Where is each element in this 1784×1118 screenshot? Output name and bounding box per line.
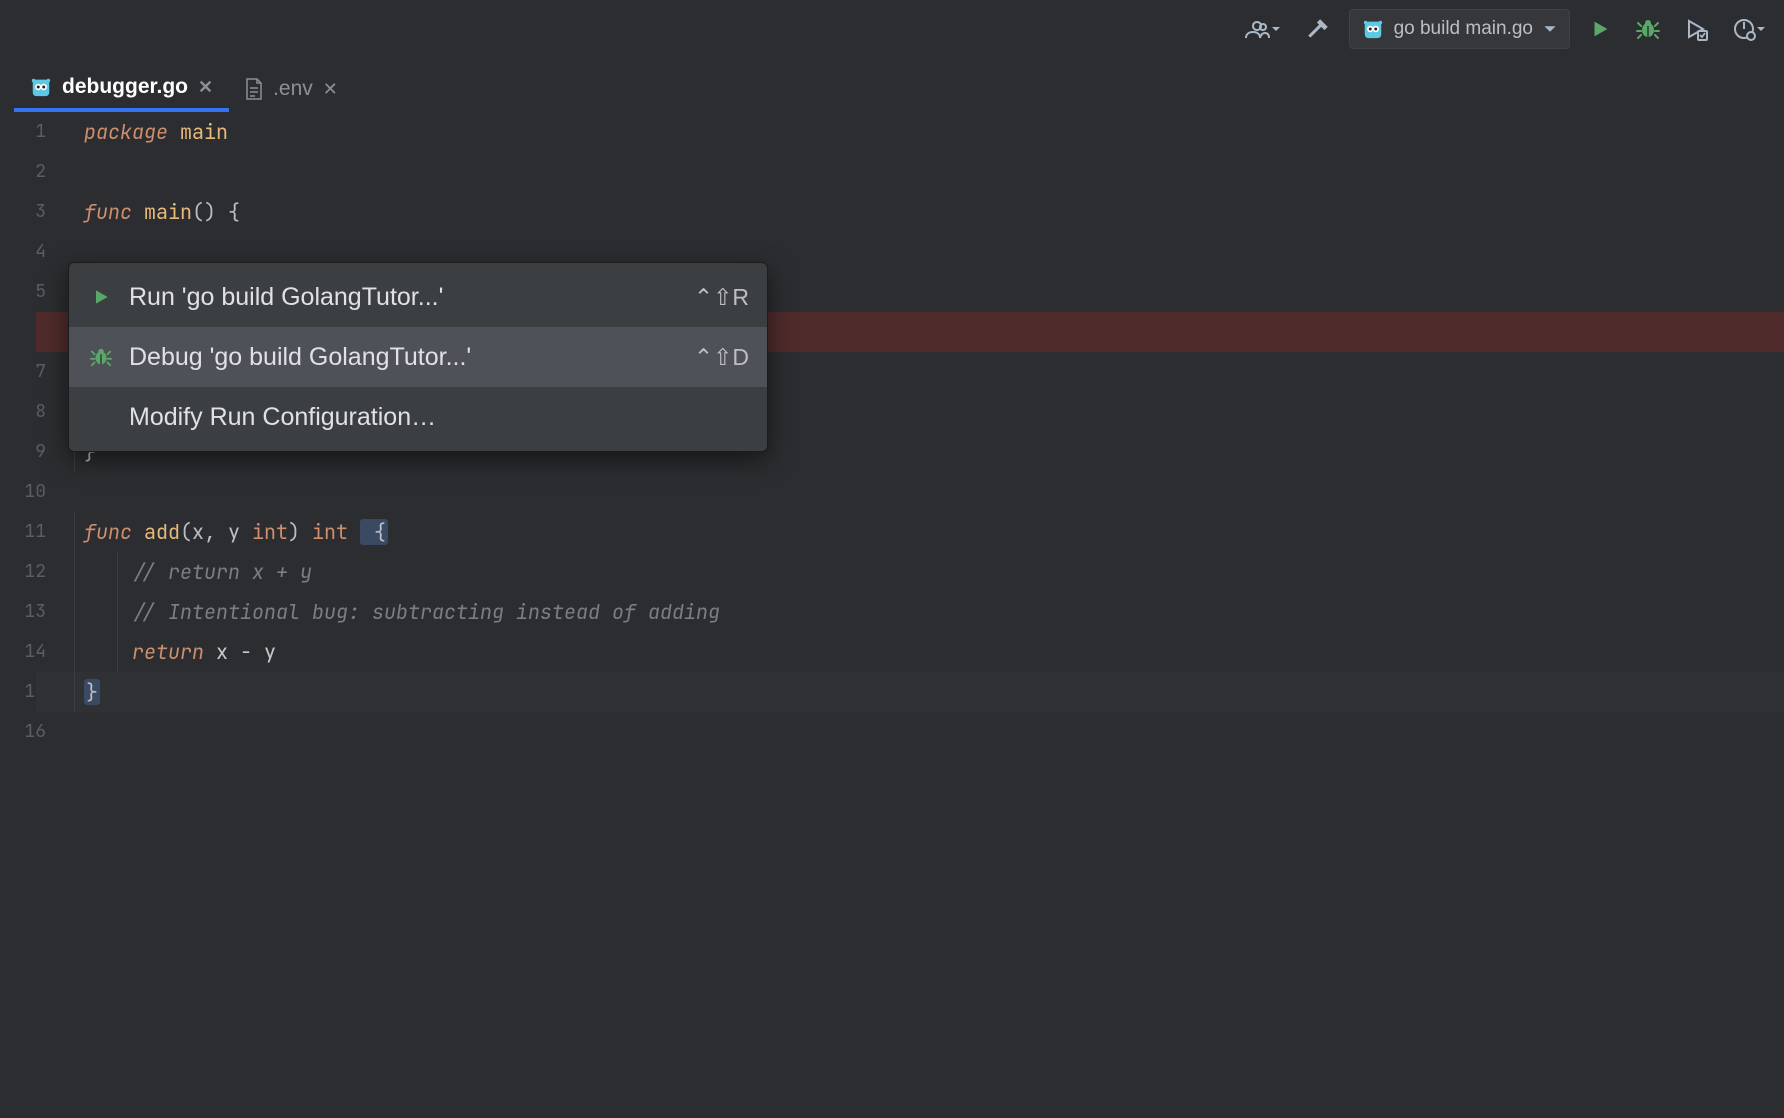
go-file-icon [1362, 18, 1384, 40]
editor-tabbar: debugger.go ✕ .env ✕ [0, 58, 1784, 112]
code-line: // Intentional bug: subtracting instead … [84, 592, 1784, 632]
close-icon[interactable]: ✕ [323, 79, 338, 100]
code-editor[interactable]: 1 2 3 4 5 6 7 8 9 10 11 12 13 14 15 16 p… [0, 112, 1784, 1118]
main-toolbar: go build main.go [0, 0, 1784, 58]
code-line: } [84, 672, 1784, 712]
tab-env[interactable]: .env ✕ [229, 66, 354, 112]
profiler-button[interactable] [1726, 11, 1772, 47]
menu-item-shortcut: ⌃⇧R [694, 284, 749, 311]
debug-button[interactable] [1630, 11, 1666, 47]
tab-label: debugger.go [62, 75, 188, 99]
code-line: package main [84, 112, 1784, 152]
code-line [84, 472, 1784, 512]
close-icon[interactable]: ✕ [198, 77, 213, 98]
go-file-icon [30, 76, 52, 98]
menu-item-label: Debug 'go build GolangTutor...' [129, 343, 680, 372]
code-line [84, 712, 1784, 752]
run-icon [87, 287, 115, 307]
tab-label: .env [273, 77, 313, 101]
menu-item-debug[interactable]: Debug 'go build GolangTutor...' ⌃⇧D [69, 327, 767, 387]
menu-item-run[interactable]: Run 'go build GolangTutor...' ⌃⇧R [69, 267, 767, 327]
debug-icon [1636, 17, 1660, 41]
chevron-down-icon [1543, 22, 1557, 36]
menu-item-label: Run 'go build GolangTutor...' [129, 283, 680, 312]
run-context-menu: Run 'go build GolangTutor...' ⌃⇧R Debug … [68, 262, 768, 452]
build-hammer-icon[interactable] [1299, 11, 1337, 47]
code-line: func main() { [84, 192, 1784, 232]
permissions-users-icon[interactable] [1239, 11, 1287, 47]
run-config-label: go build main.go [1394, 18, 1533, 40]
debug-icon [87, 346, 115, 368]
code-line: func add(x, y int) int { [84, 512, 1784, 552]
code-line: // return x + y [84, 552, 1784, 592]
tab-debugger-go[interactable]: debugger.go ✕ [14, 66, 229, 112]
menu-item-shortcut: ⌃⇧D [694, 344, 749, 371]
run-icon [1589, 18, 1611, 40]
menu-item-modify-config[interactable]: Modify Run Configuration… [69, 387, 767, 447]
code-line: return x - y [84, 632, 1784, 672]
menu-item-label: Modify Run Configuration… [129, 403, 735, 432]
coverage-button[interactable] [1678, 11, 1714, 47]
line-number-gutter: 1 2 3 4 5 6 7 8 9 10 11 12 13 14 15 16 [0, 112, 60, 1118]
code-line [84, 152, 1784, 192]
run-config-selector[interactable]: go build main.go [1349, 9, 1570, 49]
env-file-icon [245, 78, 263, 100]
run-button[interactable] [1582, 11, 1618, 47]
